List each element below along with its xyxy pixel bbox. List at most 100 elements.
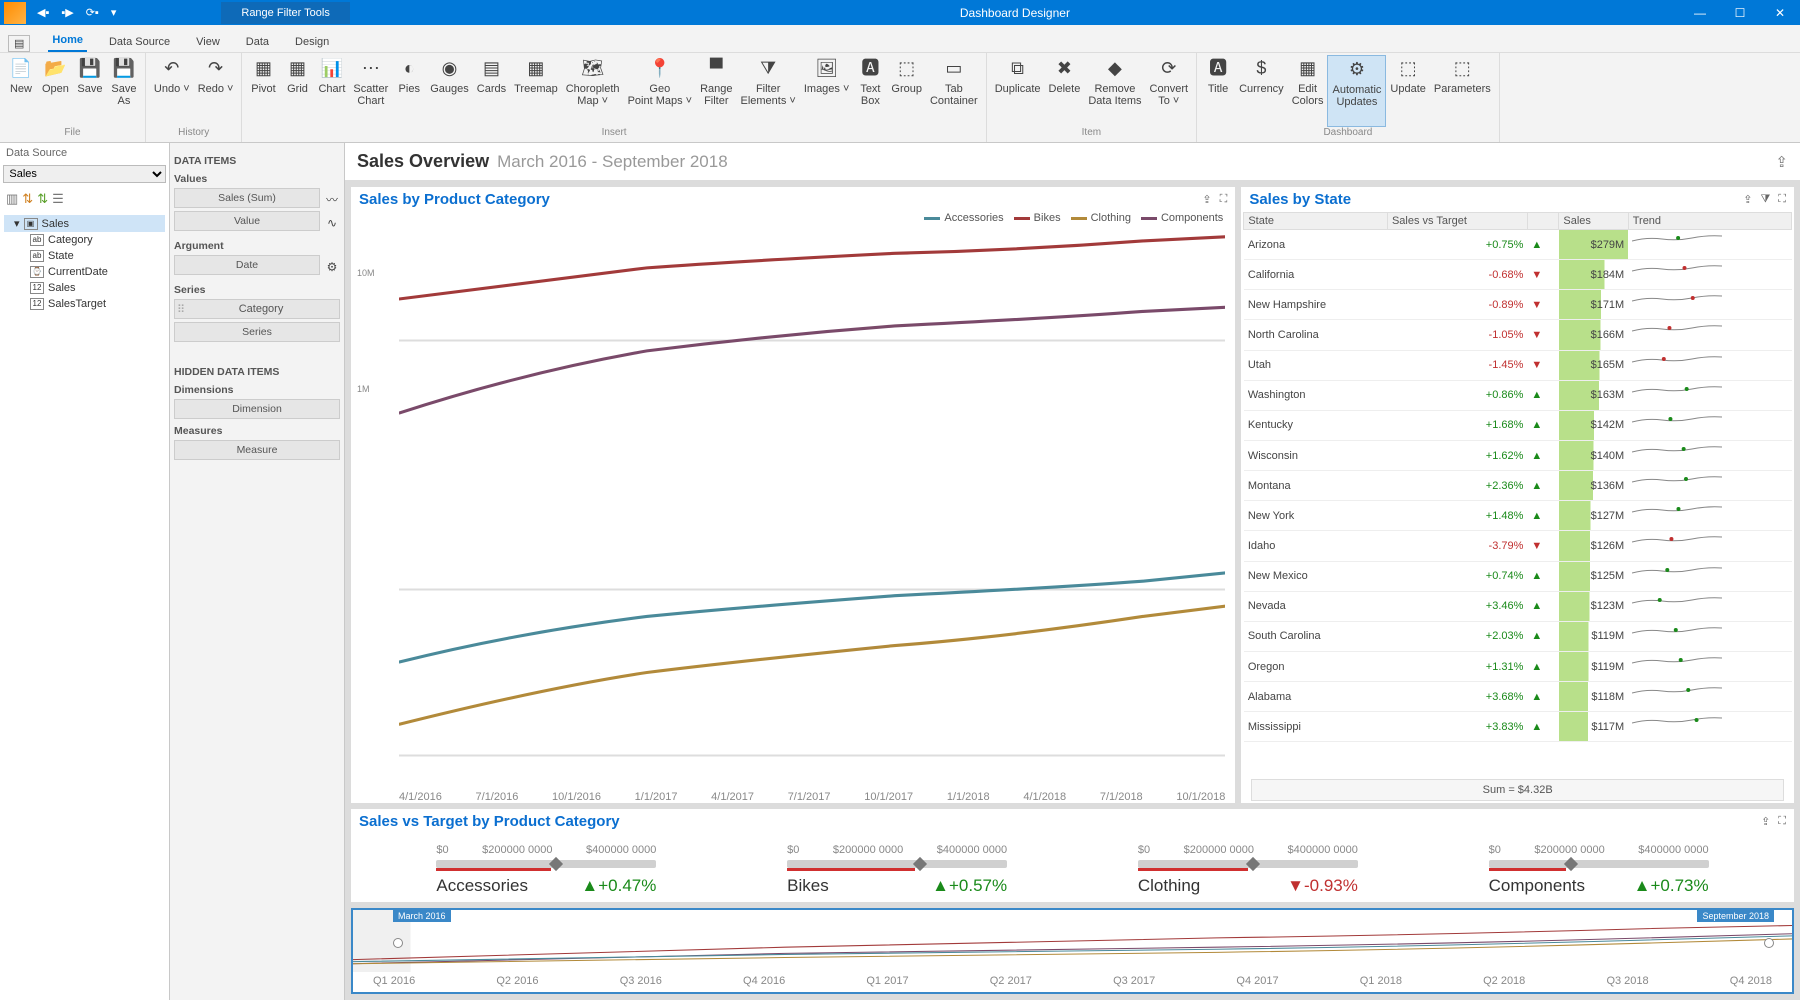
range-handle-left[interactable] [393,938,403,948]
ribbon-duplicate[interactable]: ⧉Duplicate [991,55,1045,127]
table-row[interactable]: New Mexico+0.74%▲$125M [1244,561,1792,591]
series-pill-placeholder[interactable]: Series [174,322,340,342]
ribbon-title[interactable]: 🅰Title [1201,55,1235,127]
tree-state[interactable]: abState [4,248,165,264]
measure-pill[interactable]: Measure [174,440,340,460]
minimize-button[interactable]: — [1680,2,1720,24]
table-row[interactable]: Oregon+1.31%▲$119M [1244,651,1792,681]
maximize-button[interactable]: ☐ [1720,2,1760,24]
dimensions-label: Dimensions [174,384,340,396]
gear-icon[interactable]: ⚙ [324,260,340,274]
ribbon-text-box[interactable]: 🅰TextBox [853,55,887,127]
ds-tool-icon[interactable]: ▥ [6,191,18,207]
ds-sort-icon[interactable]: ⇅ [22,191,33,207]
qat-fwd-icon[interactable]: ▪▶ [56,4,78,21]
maximize-icon[interactable]: ⛶ [1778,815,1786,828]
contextual-tab[interactable]: Range Filter Tools [221,2,349,24]
export-icon[interactable]: ⇪ [1743,193,1752,206]
sparkline-icon[interactable]: 〰 [324,191,340,208]
filter-icon[interactable]: ⧩ [1760,193,1770,206]
maximize-icon[interactable]: ⛶ [1778,193,1786,206]
table-row[interactable]: Kentucky+1.68%▲$142M [1244,410,1792,440]
table-row[interactable]: California-0.68%▼$184M [1244,260,1792,290]
tree-sales[interactable]: 12Sales [4,280,165,296]
qat-refresh-icon[interactable]: ⟳▪ [81,4,104,21]
ds-filter-icon[interactable]: ☰ [52,191,64,207]
ribbon-undo-[interactable]: ↶Undo ˅ [150,55,194,127]
ribbon-new[interactable]: 📄New [4,55,38,127]
table-row[interactable]: Wisconsin+1.62%▲$140M [1244,440,1792,470]
ribbon-app-button[interactable]: ▤ [8,35,30,52]
series-pill-category[interactable]: ⠿Category [174,299,340,319]
range-handle-right[interactable] [1764,938,1774,948]
ribbon-convert-to-[interactable]: ⟳ConvertTo ˅ [1146,55,1193,127]
export-icon[interactable]: ⇪ [1775,153,1788,171]
ribbon-gauges[interactable]: ◉Gauges [426,55,473,127]
value-pill-sales[interactable]: Sales (Sum) [174,188,320,208]
value-pill-placeholder[interactable]: Value [174,211,320,231]
dataitems-panel: DATA ITEMS Values Sales (Sum)〰 Value∿ Ar… [170,143,345,1000]
ribbon-choropleth-map-[interactable]: 🗺ChoroplethMap ˅ [562,55,624,127]
tree-category[interactable]: abCategory [4,232,165,248]
tree-salestarget[interactable]: 12SalesTarget [4,296,165,312]
ribbon-tab-datasource[interactable]: Data Source [105,32,174,52]
ribbon-images-[interactable]: 🖼Images ˅ [800,55,854,127]
close-button[interactable]: ✕ [1760,2,1800,24]
ribbon-open[interactable]: 📂Open [38,55,73,127]
table-row[interactable]: Nevada+3.46%▲$123M [1244,591,1792,621]
dimension-pill[interactable]: Dimension [174,399,340,419]
ribbon-pivot[interactable]: ▦Pivot [246,55,280,127]
gauge-clothing: $0$200000 0000$400000 0000Clothing▼-0.93… [1138,844,1358,896]
ribbon-save[interactable]: 💾Save [73,55,107,127]
ribbon-tab-container[interactable]: ▭TabContainer [926,55,982,127]
ribbon-filter-elements-[interactable]: ⧩FilterElements ˅ [737,55,800,127]
ribbon-range-filter[interactable]: ▀RangeFilter [696,55,736,127]
ribbon-delete[interactable]: ✖Delete [1045,55,1085,127]
qat-dropdown-icon[interactable]: ▾ [106,4,122,21]
export-icon[interactable]: ⇪ [1761,815,1770,828]
export-icon[interactable]: ⇪ [1202,193,1211,206]
maximize-icon[interactable]: ⛶ [1220,193,1228,206]
table-row[interactable]: Alabama+3.68%▲$118M [1244,682,1792,712]
line-icon[interactable]: ∿ [324,216,340,230]
ribbon-tab-design[interactable]: Design [291,32,333,52]
chart-a-body[interactable]: Accessories Bikes Clothing Components [351,212,1235,803]
ribbon-scatter-chart[interactable]: ⋯ScatterChart [349,55,392,127]
ribbon-parameters[interactable]: ⬚Parameters [1430,55,1495,127]
ribbon-automatic-updates[interactable]: ⚙AutomaticUpdates [1327,55,1386,127]
ribbon-geo-point-maps-[interactable]: 📍GeoPoint Maps ˅ [624,55,697,127]
table-row[interactable]: Washington+0.86%▲$163M [1244,380,1792,410]
ribbon-tab-data[interactable]: Data [242,32,273,52]
table-row[interactable]: Mississippi+3.83%▲$117M [1244,712,1792,742]
table-row[interactable]: Idaho-3.79%▼$126M [1244,531,1792,561]
table-row[interactable]: New York+1.48%▲$127M [1244,501,1792,531]
state-grid[interactable]: StateSales vs TargetSalesTrendArizona+0.… [1243,212,1792,742]
ribbon-edit-colors[interactable]: ▦EditColors [1288,55,1328,127]
argument-pill[interactable]: Date [174,255,320,275]
ribbon-group[interactable]: ⬚Group [887,55,926,127]
ribbon-cards[interactable]: ▤Cards [473,55,510,127]
ribbon-chart[interactable]: 📊Chart [314,55,349,127]
ribbon-currency[interactable]: $Currency [1235,55,1288,127]
table-row[interactable]: Montana+2.36%▲$136M [1244,471,1792,501]
ribbon-grid[interactable]: ▦Grid [280,55,314,127]
ribbon-remove-data-items[interactable]: ◆RemoveData Items [1084,55,1145,127]
ribbon-pies[interactable]: ◐Pies [392,55,426,127]
table-row[interactable]: Utah-1.45%▼$165M [1244,350,1792,380]
card-range-filter[interactable]: March 2016 September 2018 Q1 2016Q2 2016… [351,908,1794,994]
ribbon-update[interactable]: ⬚Update [1386,55,1429,127]
datasource-select[interactable]: Sales [3,165,165,183]
table-row[interactable]: Arizona+0.75%▲$279M [1244,230,1792,260]
table-row[interactable]: South Carolina+2.03%▲$119M [1244,621,1792,651]
table-row[interactable]: North Carolina-1.05%▼$166M [1244,320,1792,350]
ribbon-treemap[interactable]: ▦Treemap [510,55,562,127]
ribbon-save-as[interactable]: 💾SaveAs [107,55,141,127]
ribbon-tab-view[interactable]: View [192,32,224,52]
ribbon-redo-[interactable]: ↷Redo ˅ [194,55,238,127]
table-row[interactable]: New Hampshire-0.89%▼$171M [1244,290,1792,320]
qat-back-icon[interactable]: ◀▪ [32,4,54,21]
tree-sales[interactable]: ▾▣Sales [4,215,165,232]
ds-group-icon[interactable]: ⇅ [37,191,48,207]
ribbon-tab-home[interactable]: Home [48,30,87,52]
tree-currentdate[interactable]: ⌚CurrentDate [4,264,165,280]
